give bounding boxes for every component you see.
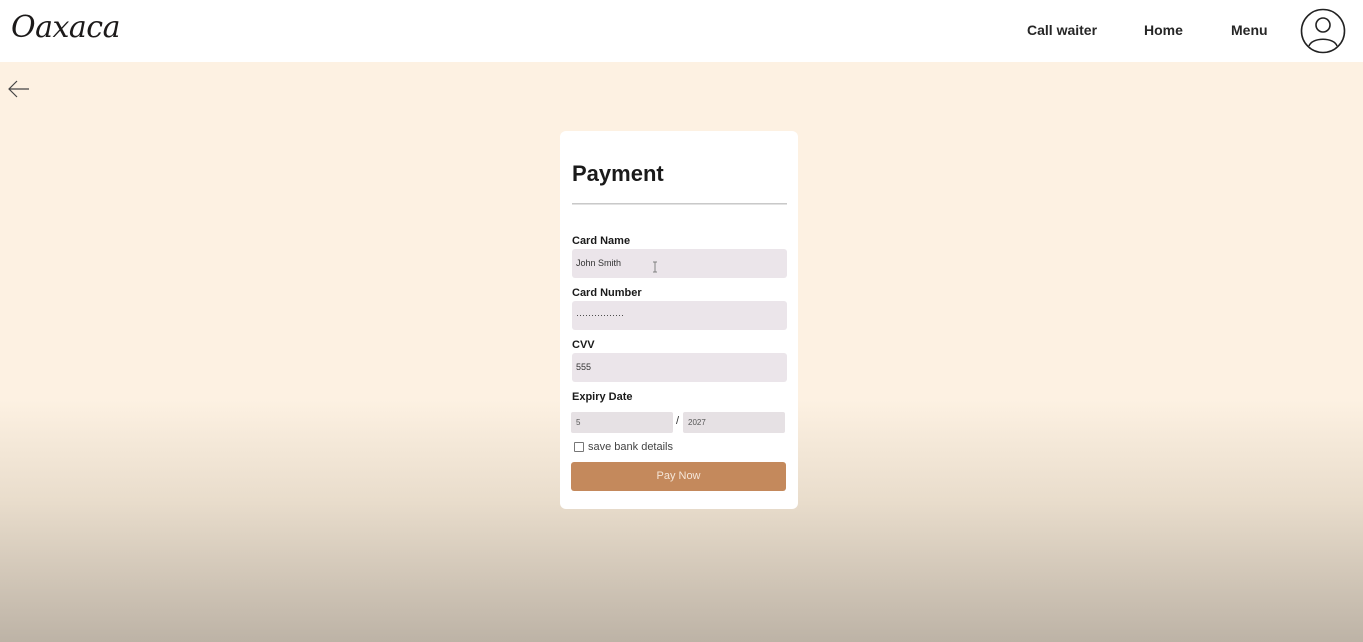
payment-card: Payment Card Name John Smith Card Number… <box>560 131 798 509</box>
home-link[interactable]: Home <box>1144 22 1183 38</box>
save-details-checkbox[interactable] <box>574 442 584 452</box>
cvv-input[interactable]: 555 <box>572 353 787 382</box>
card-name-input[interactable]: John Smith <box>572 249 787 278</box>
card-number-label: Card Number <box>572 287 642 299</box>
expiry-year-input[interactable]: 2027 <box>683 412 785 433</box>
payment-title: Payment <box>572 161 664 186</box>
card-number-input[interactable]: ················ <box>572 301 787 330</box>
expiry-separator: / <box>676 415 680 427</box>
call-waiter-link[interactable]: Call waiter <box>1027 22 1097 38</box>
pay-now-button[interactable]: Pay Now <box>571 462 786 491</box>
expiry-month-input[interactable]: 5 <box>571 412 673 433</box>
logo[interactable]: Oaxaca <box>11 10 120 45</box>
top-nav-bar: Oaxaca Call waiter Home Menu <box>0 0 1363 62</box>
text-cursor-icon <box>653 261 657 273</box>
title-divider <box>572 203 787 205</box>
menu-link[interactable]: Menu <box>1231 22 1268 38</box>
arrow-left-icon[interactable] <box>7 78 31 100</box>
user-circle-icon[interactable] <box>1300 8 1346 54</box>
card-name-label: Card Name <box>572 235 631 247</box>
save-details-label[interactable]: save bank details <box>588 441 673 453</box>
expiry-date-label: Expiry Date <box>572 391 633 403</box>
cvv-label: CVV <box>572 339 595 351</box>
